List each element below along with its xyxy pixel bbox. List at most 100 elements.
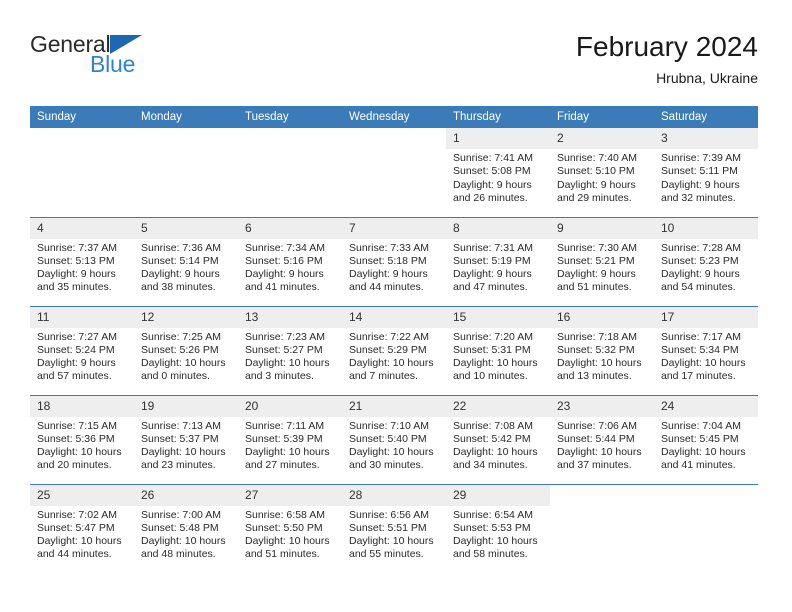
daylight-text-line1: Daylight: 10 hours bbox=[349, 535, 434, 548]
sunrise-text: Sunrise: 7:28 AM bbox=[661, 241, 741, 254]
calendar-day-cell[interactable]: 3 Sunrise: 7:39 AM Sunset: 5:11 PM Daylight… bbox=[654, 128, 758, 217]
daylight-text-line2: and 48 minutes. bbox=[141, 548, 216, 561]
daylight-text-line2: and 35 minutes. bbox=[37, 281, 112, 294]
sunrise-text: Sunrise: 6:54 AM bbox=[453, 508, 533, 521]
sunset-text: Sunset: 5:44 PM bbox=[557, 432, 635, 445]
day-number bbox=[30, 128, 134, 149]
daylight-text-line1: Daylight: 10 hours bbox=[141, 446, 226, 459]
calendar-day-cell[interactable]: 12 Sunrise: 7:25 AM Sunset: 5:26 PM Dayligh… bbox=[134, 305, 238, 395]
calendar-week-row: 4 Sunrise: 7:37 AM Sunset: 5:13 PM Daylight… bbox=[30, 216, 758, 306]
calendar-day-cell[interactable]: 20 Sunrise: 7:11 AM Sunset: 5:39 PM Dayligh… bbox=[238, 394, 342, 484]
calendar-day-cell[interactable]: 24 Sunrise: 7:04 AM Sunset: 5:45 PM Dayligh… bbox=[654, 394, 758, 484]
daylight-text-line1: Daylight: 10 hours bbox=[661, 357, 746, 370]
sunrise-text: Sunrise: 7:11 AM bbox=[245, 419, 325, 432]
calendar-body: 1 Sunrise: 7:41 AM Sunset: 5:08 PM Daylight… bbox=[30, 128, 758, 573]
calendar-day-cell[interactable]: 10 Sunrise: 7:28 AM Sunset: 5:23 PM Dayligh… bbox=[654, 216, 758, 306]
day-number: 1 bbox=[446, 128, 550, 149]
daylight-text-line1: Daylight: 9 hours bbox=[37, 268, 116, 281]
sunset-text: Sunset: 5:31 PM bbox=[453, 343, 531, 356]
weekday-header-cell: Wednesday bbox=[342, 106, 446, 128]
day-details: Sunrise: 7:02 AM Sunset: 5:47 PM Daylight:… bbox=[30, 506, 134, 562]
calendar-week-row: 11 Sunrise: 7:27 AM Sunset: 5:24 PM Dayligh… bbox=[30, 305, 758, 395]
sunset-text: Sunset: 5:18 PM bbox=[349, 254, 427, 267]
sunset-text: Sunset: 5:19 PM bbox=[453, 254, 531, 267]
calendar-day-cell[interactable]: 29 Sunrise: 6:54 AM Sunset: 5:53 PM Dayligh… bbox=[446, 483, 550, 573]
calendar-week-row: 1 Sunrise: 7:41 AM Sunset: 5:08 PM Daylight… bbox=[30, 128, 758, 217]
sunset-text: Sunset: 5:26 PM bbox=[141, 343, 219, 356]
daylight-text-line2: and 54 minutes. bbox=[661, 281, 736, 294]
sunset-text: Sunset: 5:11 PM bbox=[661, 165, 738, 178]
sunrise-text: Sunrise: 7:37 AM bbox=[37, 241, 117, 254]
calendar-day-cell[interactable]: 27 Sunrise: 6:58 AM Sunset: 5:50 PM Dayligh… bbox=[238, 483, 342, 573]
calendar-day-cell[interactable]: 25 Sunrise: 7:02 AM Sunset: 5:47 PM Dayligh… bbox=[30, 483, 134, 573]
daylight-text-line1: Daylight: 9 hours bbox=[661, 268, 740, 281]
calendar-day-cell[interactable]: 19 Sunrise: 7:13 AM Sunset: 5:37 PM Dayligh… bbox=[134, 394, 238, 484]
daylight-text-line2: and 27 minutes. bbox=[245, 459, 320, 472]
calendar-day-cell[interactable]: 21 Sunrise: 7:10 AM Sunset: 5:40 PM Dayligh… bbox=[342, 394, 446, 484]
daylight-text-line1: Daylight: 10 hours bbox=[453, 535, 538, 548]
day-number: 23 bbox=[550, 395, 654, 417]
sunset-text: Sunset: 5:24 PM bbox=[37, 343, 115, 356]
weekday-header-cell: Friday bbox=[550, 106, 654, 128]
brand-logo[interactable]: General Blue bbox=[30, 32, 290, 92]
sunset-text: Sunset: 5:42 PM bbox=[453, 432, 531, 445]
calendar-day-cell[interactable]: 16 Sunrise: 7:18 AM Sunset: 5:32 PM Dayligh… bbox=[550, 305, 654, 395]
calendar-day-cell[interactable]: 5 Sunrise: 7:36 AM Sunset: 5:14 PM Daylight… bbox=[134, 216, 238, 306]
calendar-day-cell[interactable]: 22 Sunrise: 7:08 AM Sunset: 5:42 PM Dayligh… bbox=[446, 394, 550, 484]
daylight-text-line2: and 17 minutes. bbox=[661, 370, 736, 383]
calendar-table: Sunday Monday Tuesday Wednesday Thursday Frid… bbox=[30, 106, 758, 573]
daylight-text-line2: and 30 minutes. bbox=[349, 459, 424, 472]
calendar-day-cell[interactable]: 15 Sunrise: 7:20 AM Sunset: 5:31 PM Dayligh… bbox=[446, 305, 550, 395]
daylight-text-line2: and 47 minutes. bbox=[453, 281, 528, 294]
day-details: Sunrise: 7:17 AM Sunset: 5:34 PM Daylight:… bbox=[654, 328, 758, 384]
day-number: 6 bbox=[238, 217, 342, 239]
day-details: Sunrise: 7:33 AM Sunset: 5:18 PM Daylight:… bbox=[342, 239, 446, 295]
calendar-day-cell[interactable]: 8 Sunrise: 7:31 AM Sunset: 5:19 PM Daylight… bbox=[446, 216, 550, 306]
calendar-day-cell[interactable]: 26 Sunrise: 7:00 AM Sunset: 5:48 PM Dayligh… bbox=[134, 483, 238, 573]
calendar-day-cell[interactable]: 6 Sunrise: 7:34 AM Sunset: 5:16 PM Daylight… bbox=[238, 216, 342, 306]
calendar-day-cell[interactable]: 28 Sunrise: 6:56 AM Sunset: 5:51 PM Dayligh… bbox=[342, 483, 446, 573]
sunrise-text: Sunrise: 7:41 AM bbox=[453, 152, 533, 164]
sunset-text: Sunset: 5:14 PM bbox=[141, 254, 219, 267]
calendar-week-row: 18 Sunrise: 7:15 AM Sunset: 5:36 PM Dayligh… bbox=[30, 394, 758, 484]
sunrise-text: Sunrise: 7:34 AM bbox=[245, 241, 325, 254]
page-header: General Blue February 2024 Hrubna, Ukrai… bbox=[30, 31, 758, 94]
sunrise-text: Sunrise: 6:58 AM bbox=[245, 508, 325, 521]
calendar-day-cell[interactable]: 7 Sunrise: 7:33 AM Sunset: 5:18 PM Daylight… bbox=[342, 216, 446, 306]
calendar-day-cell[interactable]: 17 Sunrise: 7:17 AM Sunset: 5:34 PM Dayligh… bbox=[654, 305, 758, 395]
sunset-text: Sunset: 5:16 PM bbox=[245, 254, 323, 267]
sunrise-text: Sunrise: 7:20 AM bbox=[453, 330, 533, 343]
sunset-text: Sunset: 5:34 PM bbox=[661, 343, 739, 356]
day-details: Sunrise: 7:23 AM Sunset: 5:27 PM Daylight:… bbox=[238, 328, 342, 384]
day-details: Sunrise: 7:08 AM Sunset: 5:42 PM Daylight:… bbox=[446, 417, 550, 473]
day-number bbox=[342, 128, 446, 149]
daylight-text-line1: Daylight: 9 hours bbox=[557, 178, 636, 191]
day-number: 14 bbox=[342, 306, 446, 328]
day-number: 4 bbox=[30, 217, 134, 239]
day-number bbox=[238, 128, 342, 149]
daylight-text-line2: and 26 minutes. bbox=[453, 191, 528, 204]
day-number: 13 bbox=[238, 306, 342, 328]
sunrise-text: Sunrise: 7:22 AM bbox=[349, 330, 429, 343]
day-details: Sunrise: 7:10 AM Sunset: 5:40 PM Daylight:… bbox=[342, 417, 446, 473]
calendar-day-cell[interactable]: 4 Sunrise: 7:37 AM Sunset: 5:13 PM Daylight… bbox=[30, 216, 134, 306]
calendar-day-cell[interactable]: 18 Sunrise: 7:15 AM Sunset: 5:36 PM Dayligh… bbox=[30, 394, 134, 484]
calendar-day-cell[interactable]: 2 Sunrise: 7:40 AM Sunset: 5:10 PM Daylight… bbox=[550, 128, 654, 217]
day-details: Sunrise: 6:56 AM Sunset: 5:51 PM Daylight:… bbox=[342, 506, 446, 562]
daylight-text-line2: and 51 minutes. bbox=[245, 548, 320, 561]
daylight-text-line2: and 38 minutes. bbox=[141, 281, 216, 294]
calendar-day-cell[interactable]: 9 Sunrise: 7:30 AM Sunset: 5:21 PM Daylight… bbox=[550, 216, 654, 306]
calendar-day-cell[interactable]: 1 Sunrise: 7:41 AM Sunset: 5:08 PM Daylight… bbox=[446, 128, 550, 217]
sunrise-text: Sunrise: 7:00 AM bbox=[141, 508, 221, 521]
calendar-day-cell[interactable]: 11 Sunrise: 7:27 AM Sunset: 5:24 PM Dayligh… bbox=[30, 305, 134, 395]
daylight-text-line1: Daylight: 9 hours bbox=[661, 178, 740, 191]
sunrise-text: Sunrise: 6:56 AM bbox=[349, 508, 429, 521]
sunrise-text: Sunrise: 7:18 AM bbox=[557, 330, 637, 343]
calendar-day-cell[interactable]: 23 Sunrise: 7:06 AM Sunset: 5:44 PM Dayligh… bbox=[550, 394, 654, 484]
calendar-day-cell[interactable]: 14 Sunrise: 7:22 AM Sunset: 5:29 PM Dayligh… bbox=[342, 305, 446, 395]
day-number: 12 bbox=[134, 306, 238, 328]
daylight-text-line2: and 10 minutes. bbox=[453, 370, 528, 383]
day-details: Sunrise: 7:04 AM Sunset: 5:45 PM Daylight:… bbox=[654, 417, 758, 473]
calendar-day-cell[interactable]: 13 Sunrise: 7:23 AM Sunset: 5:27 PM Dayligh… bbox=[238, 305, 342, 395]
sunset-text: Sunset: 5:10 PM bbox=[557, 165, 635, 178]
